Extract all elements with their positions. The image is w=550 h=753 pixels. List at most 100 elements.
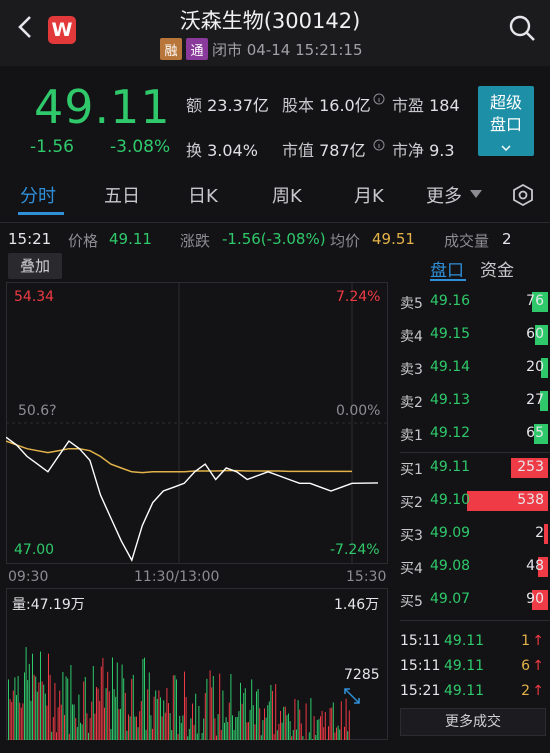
volume-total: 量:47.19万 <box>12 597 85 613</box>
volume-bar <box>184 671 185 740</box>
tab-monthly-k[interactable]: 月K <box>354 182 384 208</box>
volume-bar <box>158 690 160 740</box>
book-volume: 48 <box>526 558 544 574</box>
volume-bar <box>238 711 240 740</box>
info-icon[interactable] <box>373 93 385 105</box>
trade-volume: 6 <box>521 658 530 674</box>
volume-bar <box>257 689 259 740</box>
trade-volume: 1 <box>521 633 530 649</box>
volume-bar <box>153 696 155 740</box>
book-volume: 2 <box>535 525 544 541</box>
volume-bar <box>84 677 86 740</box>
volume-bar <box>41 681 43 740</box>
info-icon[interactable] <box>373 139 385 151</box>
book-level: 卖5 <box>400 296 423 312</box>
volume-bar <box>46 705 48 740</box>
trade-price: 49.11 <box>444 658 485 674</box>
chart-tabs: 分时 五日 日K 周K 月K 更多 <box>0 172 550 218</box>
trade-price: 49.11 <box>444 683 485 699</box>
tab-daily-k[interactable]: 日K <box>188 182 218 208</box>
volume-bar <box>240 682 241 740</box>
volume-bar <box>332 702 334 740</box>
book-price: 49.07 <box>430 591 471 607</box>
ask-row: 卖1 49.12 65 <box>400 422 548 446</box>
stat-pe: 市盈 184 <box>392 96 460 115</box>
volume-bar <box>44 693 46 740</box>
volume-bar <box>180 722 182 740</box>
volume-bar <box>323 727 325 740</box>
volume-bar <box>276 730 278 740</box>
book-level: 卖4 <box>400 329 423 345</box>
volume-bar <box>248 722 249 740</box>
book-price: 49.09 <box>430 525 471 541</box>
volume-bar <box>249 709 251 740</box>
volume-bar <box>222 690 224 740</box>
volume-bar <box>268 701 270 740</box>
volume-bar <box>336 727 337 740</box>
volume-bar <box>49 674 51 740</box>
volume-bar <box>169 713 171 740</box>
volume-bar <box>150 715 152 740</box>
volume-bar <box>131 679 133 740</box>
volume-bar <box>187 736 189 740</box>
chevron-left-icon[interactable] <box>14 14 38 40</box>
volume-bar <box>272 690 273 740</box>
volume-bar <box>185 697 187 740</box>
y-axis-bottom: 47.00 <box>14 542 55 558</box>
volume-bar <box>121 664 123 740</box>
volume-bar <box>136 716 137 740</box>
tab-orderbook[interactable]: 盘口 <box>430 256 464 281</box>
volume-bar <box>144 657 145 740</box>
book-price: 49.13 <box>430 392 471 408</box>
more-trades-button[interactable]: 更多成交 <box>400 708 546 736</box>
volume-bar <box>331 707 333 740</box>
volume-bar <box>281 722 283 740</box>
tab-more[interactable]: 更多 <box>426 182 462 208</box>
volume-bar <box>193 724 195 740</box>
volume-bar <box>246 722 248 740</box>
volume-bar <box>252 705 254 740</box>
volume-bar <box>345 698 347 740</box>
volume-bar <box>299 709 301 740</box>
book-volume: 76 <box>526 293 544 309</box>
volume-bar <box>168 703 169 740</box>
tab-funds[interactable]: 资金 <box>480 256 514 281</box>
expand-icon[interactable] <box>344 688 360 704</box>
volume-bar <box>232 715 233 740</box>
x-axis-start: 09:30 <box>8 569 49 585</box>
volume-bar <box>163 700 165 740</box>
tab-intraday[interactable]: 分时 <box>20 182 56 208</box>
volume-bar <box>38 682 40 740</box>
search-icon[interactable] <box>508 14 536 42</box>
pct-axis-bottom: -7.24% <box>330 542 380 558</box>
volume-bar <box>70 665 72 740</box>
volume-bar <box>27 680 29 740</box>
pct-axis-mid: 0.00% <box>336 403 381 419</box>
settings-icon[interactable] <box>512 184 534 206</box>
volume-bar <box>347 731 349 740</box>
volume-bar <box>129 716 131 740</box>
super-orderbook-button[interactable]: 超级 盘口 <box>478 86 534 156</box>
volume-bar <box>32 653 33 740</box>
volume-bar <box>206 678 208 740</box>
chevron-down-icon <box>501 145 511 152</box>
bid-row: 买5 49.07 90 <box>400 588 548 612</box>
tab-weekly-k[interactable]: 周K <box>272 182 302 208</box>
volume-bar <box>326 739 328 740</box>
volume-bar <box>220 730 222 740</box>
volume-bar <box>43 684 45 740</box>
volume-bar <box>104 707 105 740</box>
volume-bar <box>227 722 229 740</box>
volume-bar <box>267 705 269 740</box>
volume-bar <box>177 734 179 740</box>
app-logo[interactable]: W <box>48 16 76 44</box>
volume-bar <box>176 679 177 740</box>
overlay-button[interactable]: 叠加 <box>8 253 62 279</box>
last-price: 49.11 <box>34 80 171 134</box>
volume-bar <box>54 683 56 740</box>
tab-5day[interactable]: 五日 <box>104 182 140 208</box>
volume-bar <box>244 688 246 740</box>
volume-bar <box>340 701 342 740</box>
volume-bar <box>192 703 193 740</box>
volume-bar <box>59 690 61 740</box>
